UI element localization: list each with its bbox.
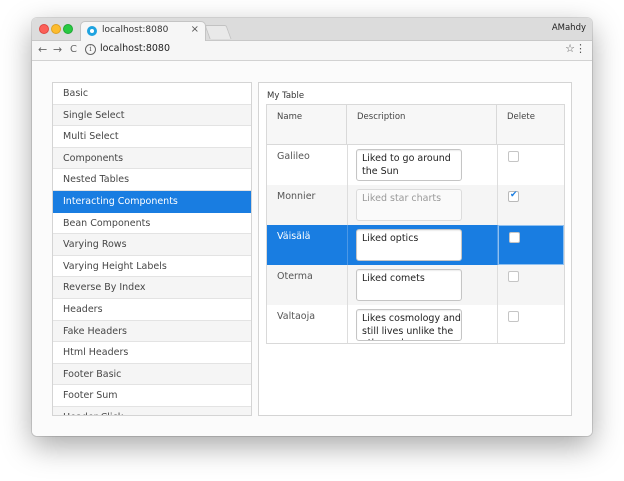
data-grid: Name Description Delete Galileo Liked to … — [266, 104, 565, 344]
table-caption: My Table — [267, 91, 305, 101]
name-cell: Galileo — [277, 151, 310, 162]
name-cell: Oterma — [277, 271, 313, 282]
table-row[interactable]: Valtaoja Likes cosmology and still lives … — [267, 305, 564, 343]
sidebar-item[interactable]: Header Click — [53, 406, 251, 415]
column-divider — [347, 265, 348, 305]
sidebar-item[interactable]: Reverse By Index — [53, 277, 251, 299]
delete-cell — [498, 225, 564, 265]
sidebar-item[interactable]: Fake Headers — [53, 320, 251, 343]
address-bar[interactable]: i localhost:8080 ☆ — [83, 42, 575, 57]
column-divider — [347, 225, 348, 265]
name-cell: Monnier — [277, 191, 316, 202]
profile-name[interactable]: AMahdy — [552, 23, 586, 33]
back-arrow-icon[interactable]: ← — [38, 43, 47, 57]
star-icon[interactable]: ☆ — [565, 42, 575, 55]
sidebar-item[interactable]: Single Select — [53, 104, 251, 127]
sidebar-item[interactable]: Varying Rows — [53, 234, 251, 256]
description-textarea[interactable]: Liked optics — [356, 229, 462, 261]
description-textarea[interactable]: Likes cosmology and still lives unlike t… — [356, 309, 462, 341]
sidebar-item[interactable]: Bean Components — [53, 212, 251, 235]
page-content: Basic Single Select Multi Select Components… — [32, 61, 592, 436]
browser-toolbar: ← → C i localhost:8080 ☆ ⋮ — [32, 41, 592, 61]
sidebar-item[interactable]: Footer Sum — [53, 385, 251, 407]
description-textarea[interactable]: Liked to go around the Sun — [356, 149, 462, 181]
delete-checkbox[interactable] — [508, 271, 519, 282]
delete-checkbox-checked[interactable] — [508, 190, 519, 202]
name-cell: Väisälä — [277, 231, 311, 242]
delete-checkbox[interactable] — [509, 232, 520, 243]
description-textarea: Liked star charts — [356, 189, 462, 221]
table-panel: My Table Name Description Delete Galileo… — [258, 82, 572, 416]
description-textarea[interactable]: Liked comets — [356, 269, 462, 301]
grid-header: Name Description Delete — [267, 105, 564, 145]
column-divider — [347, 145, 348, 185]
forward-arrow-icon[interactable]: → — [53, 43, 62, 57]
column-divider — [347, 305, 348, 343]
column-header-name[interactable]: Name — [267, 105, 347, 144]
sidebar-item[interactable]: Basic — [53, 83, 251, 105]
delete-checkbox[interactable] — [508, 151, 519, 162]
sidebar-menu: Basic Single Select Multi Select Components… — [52, 82, 252, 416]
kebab-menu-icon[interactable]: ⋮ — [575, 43, 586, 55]
new-tab-button[interactable] — [204, 25, 232, 39]
table-row[interactable]: Galileo Liked to go around the Sun — [267, 145, 564, 186]
table-row[interactable]: Monnier Liked star charts — [267, 185, 564, 226]
table-row[interactable]: Oterma Liked comets — [267, 265, 564, 306]
tab-close-icon[interactable]: × — [191, 24, 199, 35]
zoom-window-button[interactable] — [63, 24, 73, 34]
column-divider — [347, 185, 348, 225]
delete-checkbox[interactable] — [508, 311, 519, 322]
delete-cell — [498, 265, 564, 305]
sidebar-item[interactable]: Headers — [53, 298, 251, 321]
column-header-description[interactable]: Description — [347, 105, 497, 144]
sidebar-item[interactable]: Multi Select — [53, 126, 251, 148]
sidebar-item[interactable]: Html Headers — [53, 342, 251, 364]
minimize-window-button[interactable] — [51, 24, 61, 34]
browser-tab[interactable]: localhost:8080 × — [80, 21, 206, 41]
tab-bar: localhost:8080 × AMahdy — [32, 18, 592, 41]
tab-title: localhost:8080 — [102, 25, 169, 35]
sidebar-item[interactable]: Varying Height Labels — [53, 255, 251, 278]
delete-cell — [498, 185, 564, 225]
globe-icon — [87, 26, 97, 36]
sidebar-item[interactable]: Nested Tables — [53, 169, 251, 191]
info-icon[interactable]: i — [85, 44, 96, 55]
name-cell: Valtaoja — [277, 311, 316, 322]
reload-icon[interactable]: C — [70, 43, 77, 57]
sidebar-item[interactable]: Interacting Components — [53, 190, 251, 213]
url-text[interactable]: localhost:8080 — [100, 43, 170, 54]
table-row[interactable]: Väisälä Liked optics — [267, 225, 564, 266]
sidebar-item[interactable]: Components — [53, 147, 251, 170]
delete-cell — [498, 305, 564, 343]
close-window-button[interactable] — [39, 24, 49, 34]
sidebar-item[interactable]: Footer Basic — [53, 363, 251, 386]
delete-cell — [498, 145, 564, 185]
column-header-delete[interactable]: Delete — [497, 105, 564, 144]
browser-window: localhost:8080 × AMahdy ← → C i localhos… — [32, 18, 592, 436]
